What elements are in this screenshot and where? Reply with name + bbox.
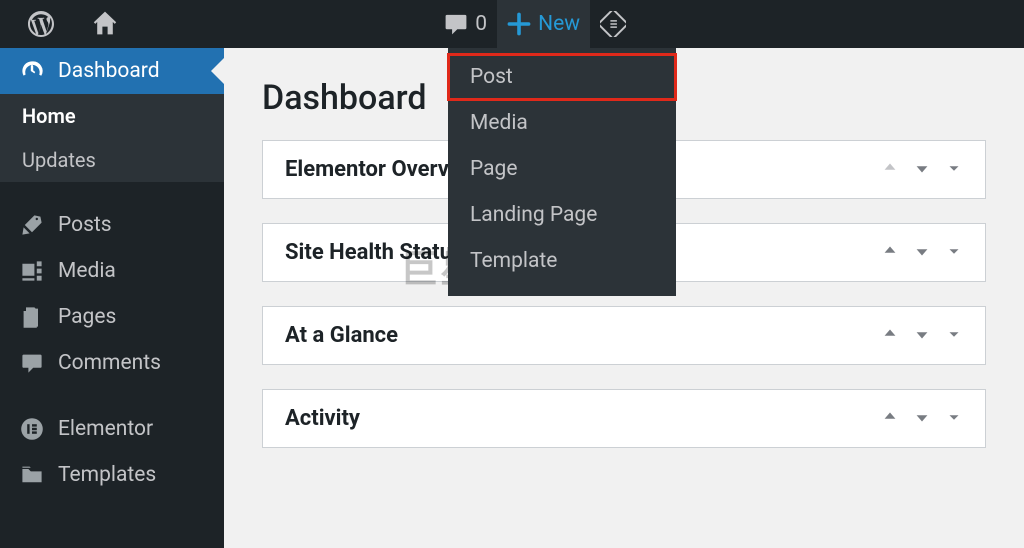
sidebar-item-posts[interactable]: Posts <box>0 202 224 248</box>
sidebar-posts-label: Posts <box>58 213 112 237</box>
toggle-icon[interactable] <box>945 242 963 264</box>
panel-at-a-glance: At a Glance <box>262 306 986 365</box>
sidebar-templates-label: Templates <box>58 463 156 487</box>
dropdown-item-page[interactable]: Page <box>448 146 676 192</box>
new-label: New <box>538 12 580 36</box>
panel-activity: Activity <box>262 389 986 448</box>
panel-title: Activity <box>285 406 360 431</box>
panel-controls <box>881 325 963 347</box>
home-icon[interactable] <box>82 0 128 48</box>
dropdown-item-landing-page[interactable]: Landing Page <box>448 192 676 238</box>
sidebar-item-pages[interactable]: Pages <box>0 294 224 340</box>
topbar-elementor-icon[interactable] <box>590 0 636 48</box>
dropdown-item-post[interactable]: Post <box>448 54 676 100</box>
move-up-icon[interactable] <box>881 159 899 181</box>
sidebar-elementor-label: Elementor <box>58 417 153 441</box>
sidebar-item-comments[interactable]: Comments <box>0 340 224 386</box>
comment-count: 0 <box>475 12 487 36</box>
wordpress-logo-icon[interactable] <box>18 0 64 48</box>
sidebar-pages-label: Pages <box>58 305 116 329</box>
toggle-icon[interactable] <box>945 325 963 347</box>
sidebar-sub-home[interactable]: Home <box>0 94 224 138</box>
dropdown-item-template[interactable]: Template <box>448 238 676 284</box>
sidebar-sub-updates[interactable]: Updates <box>0 138 224 182</box>
sidebar-dashboard-label: Dashboard <box>58 59 160 83</box>
move-up-icon[interactable] <box>881 242 899 264</box>
panel-controls <box>881 242 963 264</box>
move-down-icon[interactable] <box>913 159 931 181</box>
move-up-icon[interactable] <box>881 325 899 347</box>
toggle-icon[interactable] <box>945 159 963 181</box>
sidebar-item-media[interactable]: Media <box>0 248 224 294</box>
panel-controls <box>881 159 963 181</box>
move-down-icon[interactable] <box>913 408 931 430</box>
move-down-icon[interactable] <box>913 242 931 264</box>
panel-title: At a Glance <box>285 323 398 348</box>
sidebar-comments-label: Comments <box>58 351 161 375</box>
topbar-comments[interactable]: 0 <box>433 0 497 48</box>
admin-topbar: 0 New <box>0 0 1024 48</box>
sidebar-media-label: Media <box>58 259 116 283</box>
sidebar-item-dashboard[interactable]: Dashboard <box>0 48 224 94</box>
dropdown-item-media[interactable]: Media <box>448 100 676 146</box>
move-down-icon[interactable] <box>913 325 931 347</box>
new-dropdown: Post Media Page Landing Page Template <box>448 48 676 296</box>
sidebar-item-elementor[interactable]: Elementor <box>0 406 224 452</box>
topbar-new-button[interactable]: New <box>497 0 590 48</box>
panel-controls <box>881 408 963 430</box>
panel-title: Site Health Status <box>285 240 463 265</box>
admin-sidebar: Dashboard Home Updates Posts Media Pages… <box>0 48 224 548</box>
move-up-icon[interactable] <box>881 408 899 430</box>
toggle-icon[interactable] <box>945 408 963 430</box>
sidebar-item-templates[interactable]: Templates <box>0 452 224 498</box>
